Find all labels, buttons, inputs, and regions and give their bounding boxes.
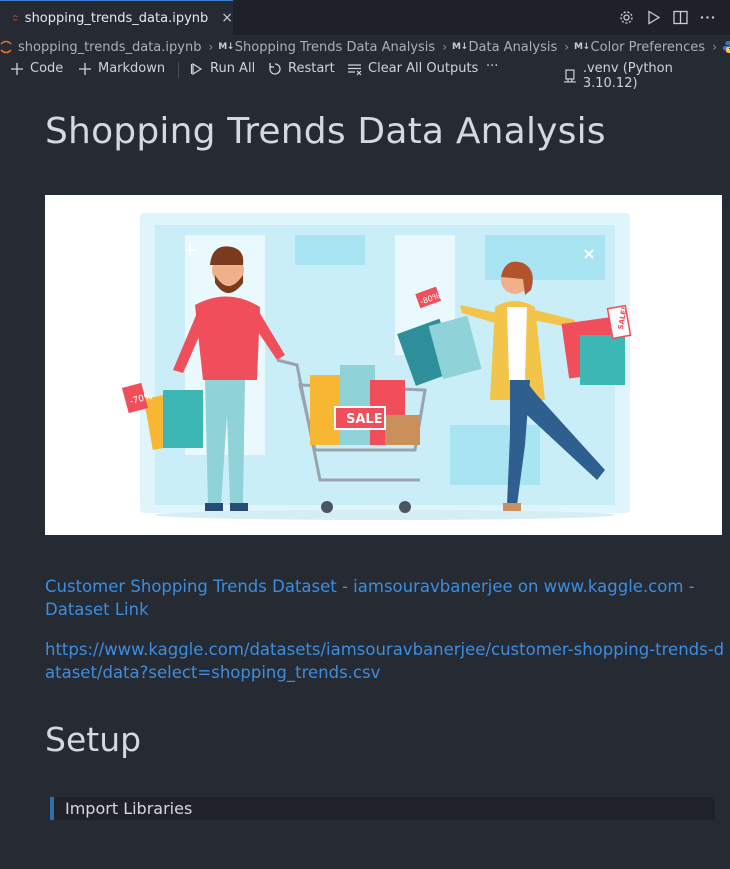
gear-icon[interactable]	[618, 9, 635, 26]
breadcrumb-section-color[interactable]: M↓ Color Preferences	[574, 40, 705, 55]
add-code-button[interactable]: Code	[10, 61, 63, 76]
breadcrumb-label: Shopping Trends Data Analysis	[234, 39, 436, 55]
chevron-right-icon: ›	[712, 40, 717, 54]
breadcrumb-section-analysis[interactable]: M↓ Data Analysis	[452, 40, 557, 55]
breadcrumb-code-cell[interactable]: t	[722, 40, 730, 55]
shopping-illustration: -70% SALE -80% SALE!	[45, 195, 722, 535]
add-markdown-button[interactable]: Markdown	[78, 61, 165, 76]
breadcrumb: shopping_trends_data.ipynb › M↓ Shopping…	[0, 37, 730, 57]
kernel-icon	[563, 69, 576, 83]
setup-heading: Setup	[45, 720, 142, 759]
kernel-label: .venv (Python 3.10.12)	[582, 61, 673, 91]
more-actions-icon[interactable]	[699, 9, 716, 26]
sale-sign-cart: SALE	[346, 412, 383, 427]
jupyter-icon	[13, 15, 18, 21]
collapsed-cell-import-libraries[interactable]: Import Libraries	[50, 797, 715, 820]
tab-title: shopping_trends_data.ipynb	[24, 10, 209, 26]
breadcrumb-label: Color Preferences	[590, 39, 706, 55]
shopping-illustration-art: -70% SALE -80% SALE!	[121, 213, 632, 520]
notebook-title: Shopping Trends Data Analysis	[45, 111, 606, 152]
run-all-icon	[190, 62, 203, 75]
more-toolbar-button[interactable]: ···	[486, 59, 498, 74]
breadcrumb-label: shopping_trends_data.ipynb	[18, 39, 202, 55]
restart-button[interactable]: Restart	[268, 61, 335, 76]
restart-icon	[269, 62, 281, 75]
breadcrumb-label: Data Analysis	[468, 39, 558, 55]
chevron-right-icon: ›	[208, 40, 214, 54]
split-editor-icon[interactable]	[672, 9, 689, 26]
toolbar-divider	[178, 62, 179, 78]
tab-bar: shopping_trends_data.ipynb ×	[0, 0, 730, 35]
jupyter-icon	[0, 40, 12, 54]
plus-icon	[11, 62, 23, 75]
chevron-right-icon: ›	[564, 40, 570, 54]
close-icon[interactable]: ×	[221, 11, 233, 25]
plus-icon	[79, 62, 91, 75]
clear-outputs-label: Clear All Outputs	[368, 61, 479, 76]
markdown-icon: M↓	[218, 42, 234, 52]
dataset-url-link[interactable]: https://www.kaggle.com/datasets/iamsoura…	[45, 638, 725, 684]
add-markdown-label: Markdown	[98, 61, 166, 76]
restart-label: Restart	[288, 61, 335, 76]
notebook-toolbar: Code Markdown Run All Restart Clear All …	[0, 59, 730, 91]
run-all-button[interactable]: Run All	[190, 61, 255, 76]
chevron-right-icon: ›	[442, 40, 447, 54]
breadcrumb-file[interactable]: shopping_trends_data.ipynb	[0, 40, 201, 55]
dataset-link[interactable]: Customer Shopping Trends Dataset - iamso…	[45, 575, 705, 621]
tab-notebook[interactable]: shopping_trends_data.ipynb ×	[0, 0, 233, 35]
kernel-picker[interactable]: .venv (Python 3.10.12)	[563, 61, 730, 91]
markdown-icon: M↓	[574, 42, 590, 52]
add-code-label: Code	[30, 61, 64, 76]
run-all-label: Run All	[210, 61, 256, 76]
run-icon[interactable]	[645, 9, 662, 26]
breadcrumb-section-shopping[interactable]: M↓ Shopping Trends Data Analysis	[218, 40, 435, 55]
markdown-icon: M↓	[452, 42, 468, 52]
python-icon	[722, 41, 730, 53]
clear-outputs-icon	[348, 63, 362, 75]
clear-all-outputs-button[interactable]: Clear All Outputs	[347, 61, 478, 76]
